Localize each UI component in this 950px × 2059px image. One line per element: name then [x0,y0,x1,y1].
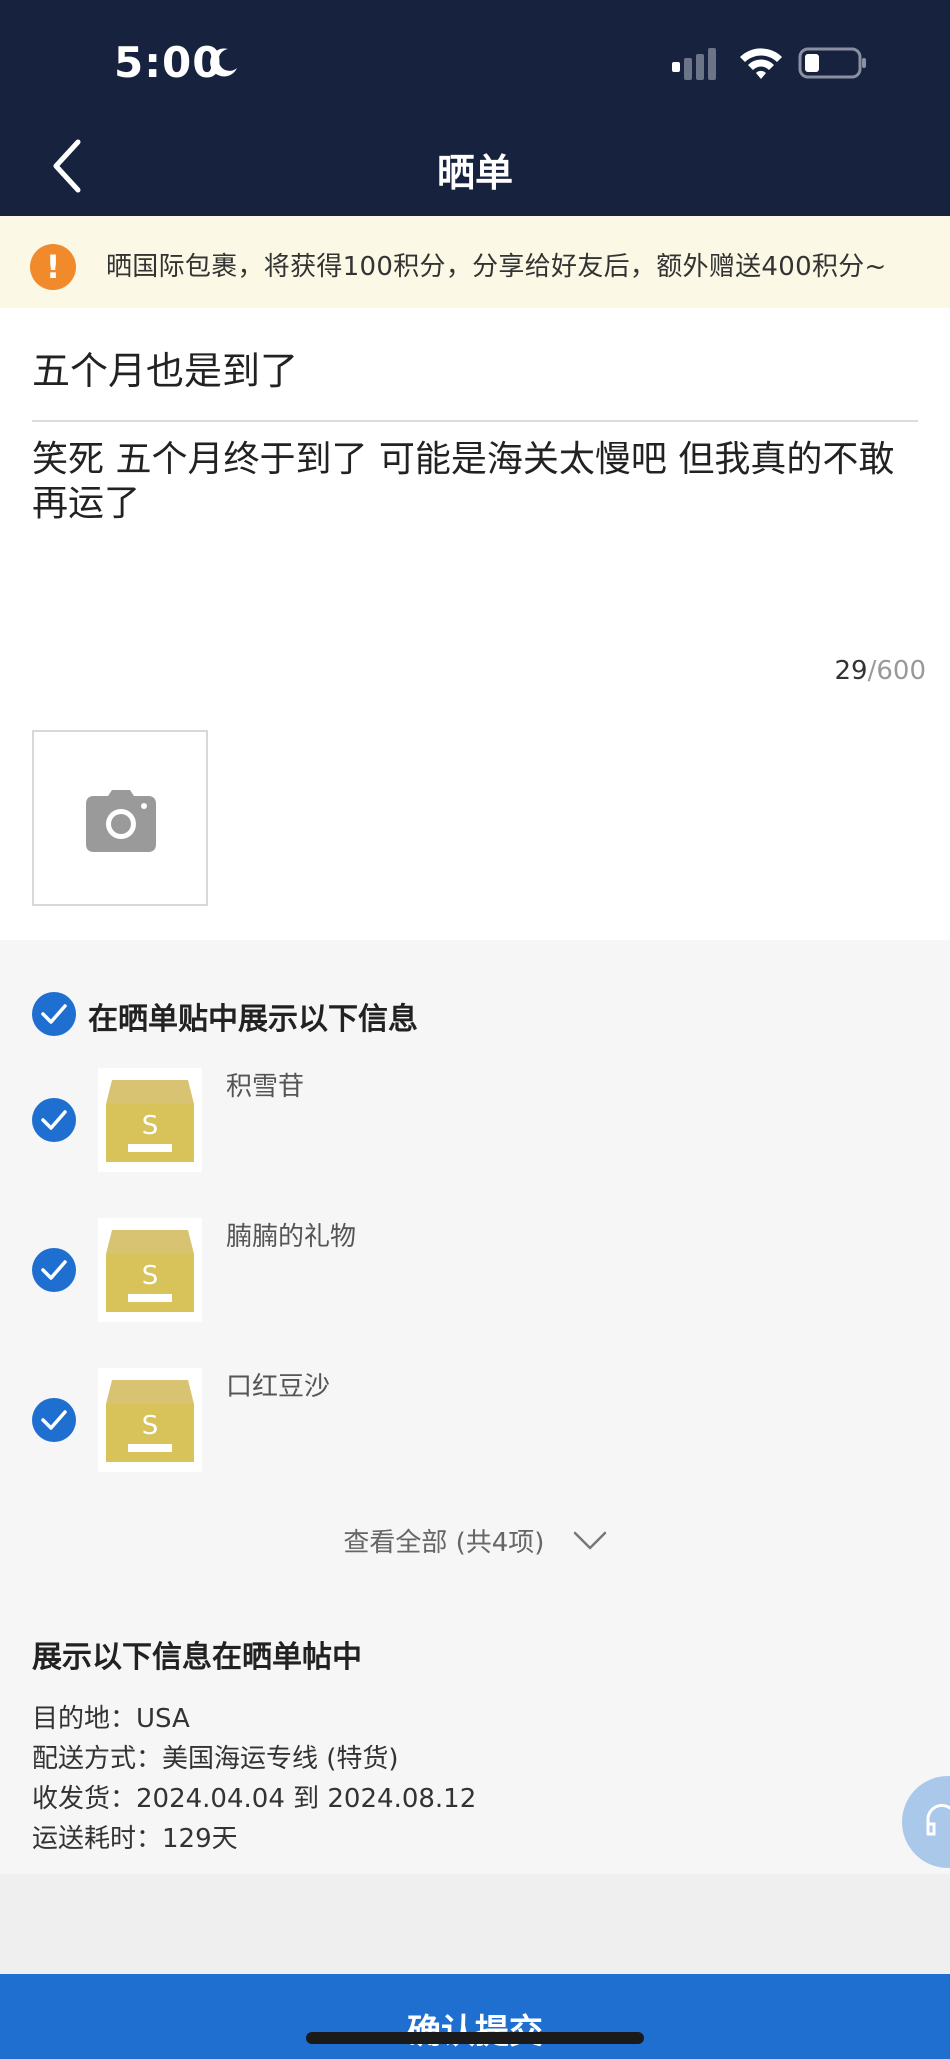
show-info-checkbox[interactable] [32,992,76,1036]
wifi-icon [740,48,782,79]
svg-text:S: S [142,1261,159,1291]
item-name: 口红豆沙 [226,1372,331,1402]
camera-icon [86,790,156,852]
signal-icon [672,48,716,80]
title-divider [32,420,918,422]
package-thumbnail: S [98,1068,202,1172]
character-max: /600 [867,656,926,686]
shipping-info-title: 展示以下信息在晒单帖中 [32,1640,362,1675]
warning-icon: ! [30,244,76,290]
chevron-down-icon [573,1531,606,1549]
item-checkbox[interactable] [32,1398,76,1442]
view-all-link[interactable]: 查看全部 (共4项) [0,1522,950,1559]
transit-time-line: 运送耗时：129天 [32,1824,238,1854]
photo-upload-button[interactable] [32,730,208,906]
submit-label: 确认提交 [0,2004,950,2053]
submit-button[interactable]: 确认提交 [0,1974,950,2059]
home-indicator [306,2032,644,2044]
view-all-label: 查看全部 (共4项) [343,1528,545,1558]
checkmark-icon [41,1260,67,1280]
show-info-label: 在晒单贴中展示以下信息 [88,1002,418,1037]
character-count: 29 [834,656,868,686]
svg-text:S: S [142,1411,159,1441]
checkmark-icon [41,1004,67,1024]
top-navigation-bar: 5:00 晒单 [0,0,950,216]
notice-text: 晒国际包裹，将获得100积分，分享给好友后，额外赠送400积分~ [106,252,887,282]
destination-line: 目的地：USA [32,1704,190,1734]
item-name: 腩腩的礼物 [226,1222,357,1252]
package-box-icon: S [106,1230,194,1312]
item-checkbox[interactable] [32,1098,76,1142]
checkmark-icon [41,1110,67,1130]
page-title: 晒单 [436,151,513,195]
ship-dates-line: 收发货：2024.04.04 到 2024.08.12 [32,1784,477,1814]
delivery-method-line: 配送方式：美国海运专线 (特货) [32,1744,399,1774]
battery-icon [798,47,866,79]
package-thumbnail: S [98,1218,202,1322]
post-title-input[interactable]: 五个月也是到了 [32,340,918,395]
checkmark-icon [41,1410,67,1430]
post-body-input[interactable]: 笑死 五个月终于到了 可能是海关太慢吧 但我真的不敢再运了 [32,438,918,526]
character-counter: 29/600 [835,656,926,686]
package-box-icon: S [106,1380,194,1462]
item-checkbox[interactable] [32,1248,76,1292]
package-thumbnail: S [98,1368,202,1472]
headset-icon [926,1803,950,1836]
moon-icon [210,48,237,77]
package-box-icon: S [106,1080,194,1162]
svg-text:S: S [142,1111,159,1141]
item-name: 积雪苷 [226,1072,305,1102]
